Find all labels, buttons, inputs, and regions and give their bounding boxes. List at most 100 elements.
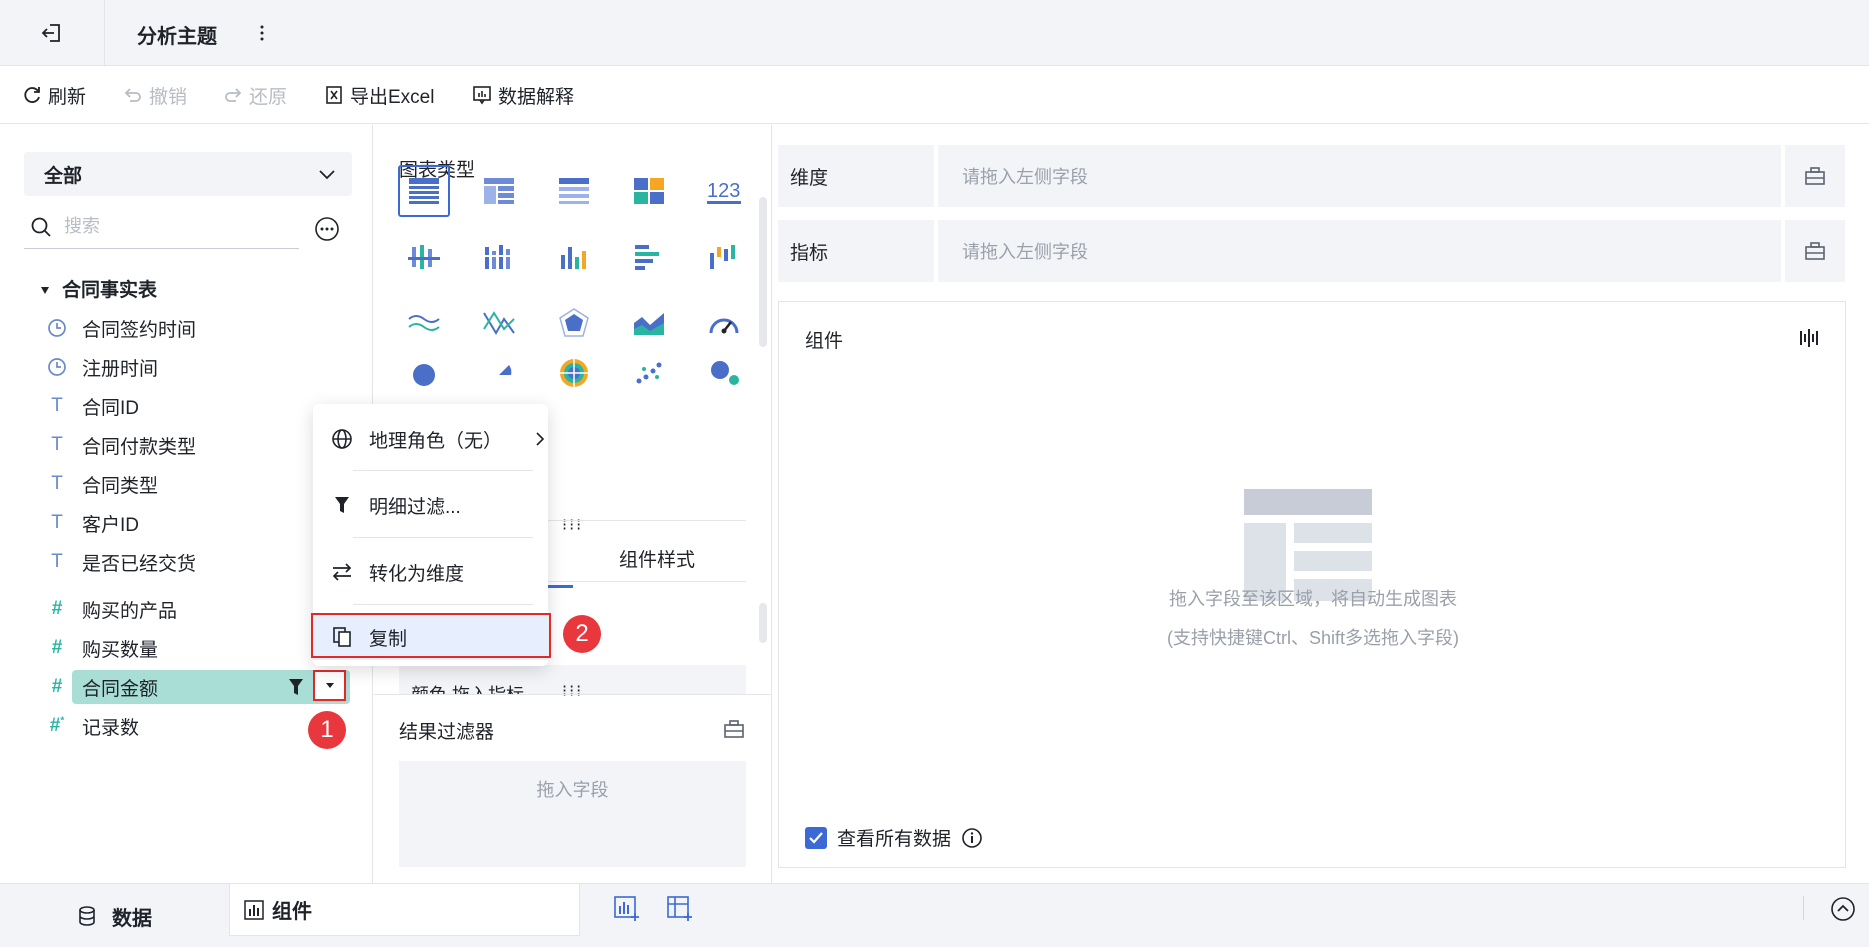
chart-type-rose[interactable] [473, 347, 525, 399]
chart-type-scatter[interactable] [623, 347, 675, 399]
chart-type-waterfall[interactable] [698, 231, 750, 283]
chart-type-stacked-bar[interactable] [473, 231, 525, 283]
field-label: 合同类型 [82, 475, 159, 497]
menu-item-label: 转化为维度 [369, 563, 465, 585]
chart-type-range-bar[interactable] [398, 231, 450, 283]
chart-type-group-table[interactable] [473, 165, 525, 217]
chart-type-number[interactable]: 123 [698, 165, 750, 217]
chart-type-line[interactable] [398, 297, 450, 349]
field-item[interactable]: T 客户ID [46, 508, 139, 538]
chart-type-kpi-card[interactable] [623, 165, 675, 217]
chart-type-scrollbar[interactable] [759, 197, 767, 347]
measure-dropzone[interactable]: 请拖入左侧字段 [938, 220, 1781, 282]
info-icon[interactable] [961, 827, 983, 849]
tab-component-style[interactable]: 组件样式 [619, 545, 695, 572]
field-item[interactable]: T 合同ID [46, 391, 139, 421]
group-table-icon [484, 178, 514, 204]
field-label: 注册时间 [82, 358, 159, 380]
view-all-data-option[interactable]: 查看所有数据 [805, 824, 983, 851]
field-item[interactable]: 注册时间 [46, 352, 158, 382]
field-dropdown-trigger[interactable] [313, 670, 346, 701]
more-vertical-icon[interactable] [252, 20, 272, 46]
chart-type-bubble[interactable] [698, 347, 750, 399]
chart-type-area[interactable] [623, 297, 675, 349]
gauge-icon [709, 318, 739, 334]
annotation-highlight-box [311, 613, 551, 658]
text-type-icon: T [51, 512, 63, 533]
shelf-settings-icon[interactable] [723, 719, 745, 739]
data-explain-label: 数据解释 [498, 86, 575, 108]
filter-icon [335, 497, 349, 513]
field-more-button[interactable] [314, 216, 340, 242]
collapse-button[interactable] [1830, 896, 1856, 922]
chart-type-sunburst[interactable] [548, 347, 600, 399]
chart-type-column[interactable] [548, 231, 600, 283]
chevron-right-icon [536, 432, 545, 446]
add-chart-button[interactable] [614, 896, 640, 922]
check-icon [809, 831, 823, 844]
undo-button[interactable]: 撤销 [123, 66, 187, 124]
field-label: 合同签约时间 [82, 319, 197, 341]
table-name-label: 合同事实表 [62, 280, 158, 301]
menu-item-convert-dimension[interactable]: 转化为维度 [331, 544, 464, 600]
chart-type-gauge[interactable] [698, 297, 750, 349]
field-item[interactable]: 合同签约时间 [46, 313, 196, 343]
chart-type-cross-table[interactable] [548, 165, 600, 217]
divider [1803, 896, 1804, 920]
table-node[interactable]: 合同事实表 [40, 275, 157, 302]
view-all-checkbox[interactable] [805, 826, 827, 849]
search-icon [31, 217, 51, 237]
tab-component[interactable]: 组件 [229, 884, 580, 936]
chart-type-radar[interactable] [548, 297, 600, 349]
waterfall-icon [710, 245, 735, 269]
toolbar: 刷新 撤销 还原 导出Excel 数据解释 [0, 66, 1869, 124]
data-explain-button[interactable]: 数据解释 [472, 66, 574, 124]
result-filter-title: 结果过滤器 [399, 722, 495, 743]
drag-handle-icon[interactable]: ⁝⁝⁝ [562, 681, 583, 701]
config-scrollbar[interactable] [759, 603, 767, 643]
exit-button[interactable] [0, 0, 105, 66]
field-item[interactable]: # 购买数量 [46, 633, 158, 663]
field-item[interactable]: # 购买的产品 [46, 594, 177, 624]
field-label: 记录数 [82, 717, 140, 739]
chart-type-detail-table[interactable] [398, 165, 450, 217]
field-label: 合同ID [82, 397, 140, 419]
redo-button[interactable]: 还原 [223, 66, 287, 124]
undo-icon [124, 88, 141, 102]
field-item[interactable]: T 合同付款类型 [46, 430, 196, 460]
radar-icon [559, 308, 589, 337]
field-label: 合同金额 [82, 678, 159, 700]
chart-type-pie[interactable] [398, 347, 450, 399]
chart-bars-icon[interactable] [1799, 328, 1821, 348]
measure-settings-button[interactable] [1785, 220, 1845, 282]
component-canvas[interactable]: 组件 拖入字段至该区域，将自动生成图表 (支持快捷键Ctrl、Shift多选拖入… [778, 301, 1846, 868]
field-item[interactable]: T 是否已经交货 [46, 547, 196, 577]
field-item-selected[interactable]: # 合同金额 [46, 672, 158, 702]
dimension-dropzone[interactable]: 请拖入左侧字段 [938, 145, 1781, 207]
result-filter-dropzone[interactable]: 拖入字段 [399, 761, 746, 867]
number-type-icon: # [51, 598, 63, 619]
menu-divider [353, 470, 533, 471]
bubble-icon [711, 361, 739, 385]
chart-type-horizontal-bar[interactable] [623, 231, 675, 283]
tab-data[interactable]: 数据 [76, 884, 152, 947]
refresh-button[interactable]: 刷新 [22, 66, 86, 124]
scope-select[interactable]: 全部 [24, 152, 352, 196]
field-item[interactable]: T 合同类型 [46, 469, 158, 499]
line-chart-icon [408, 315, 440, 331]
menu-item-detail-filter[interactable]: 明细过滤... [331, 477, 461, 533]
swap-icon [332, 563, 352, 581]
search-input[interactable] [64, 216, 264, 237]
text-type-icon: T [51, 473, 63, 494]
add-table-button[interactable] [667, 896, 693, 922]
caret-down-icon [41, 286, 49, 294]
export-excel-button[interactable]: 导出Excel [324, 66, 434, 124]
svg-text:123: 123 [707, 180, 740, 202]
field-item[interactable]: #* 记录数 [46, 711, 139, 741]
pie-icon [413, 364, 435, 386]
dimension-settings-button[interactable] [1785, 145, 1845, 207]
menu-item-geo-role[interactable]: 地理角色（无） [331, 411, 545, 467]
refresh-icon [24, 87, 40, 103]
chart-type-polyline[interactable] [473, 297, 525, 349]
dimension-shelf: 维度 请拖入左侧字段 [778, 145, 1845, 207]
